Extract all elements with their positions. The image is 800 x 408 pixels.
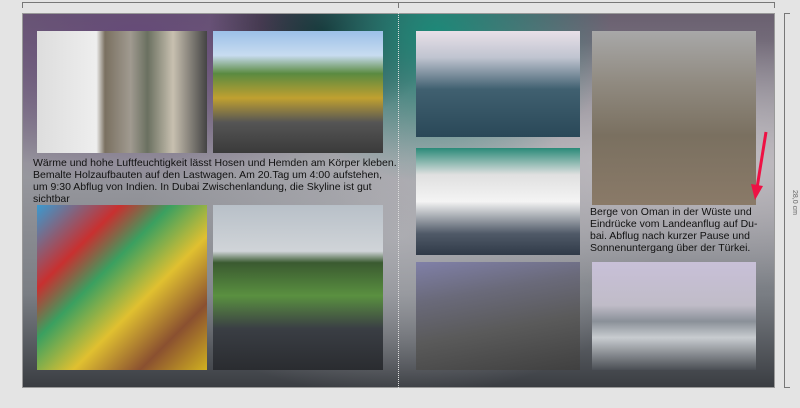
photo-dubai-aerial[interactable] [592, 31, 756, 205]
ruler-center-tick [398, 2, 399, 8]
photo-men-shirts[interactable] [37, 31, 207, 153]
caption-left-page[interactable]: Wärme und hohe Luftfeuchtigkeit lässt Ho… [33, 157, 398, 205]
photo-dubai-skyline-wing[interactable] [592, 262, 756, 370]
photo-clouds-wing[interactable] [416, 148, 580, 255]
photo-oman-mountains[interactable] [416, 262, 580, 370]
red-arrow-annotation [751, 131, 768, 200]
vertical-ruler [784, 13, 790, 388]
page-gutter [398, 13, 399, 388]
photo-street-rickshaws[interactable] [213, 31, 383, 153]
photo-wing-over-field[interactable] [213, 205, 383, 370]
caption-right-page[interactable]: Berge von Oman in der Wüste und Eindrück… [590, 206, 765, 254]
page-height-label: 28,0 cm [791, 190, 798, 215]
photo-painted-truck[interactable] [37, 205, 207, 370]
photo-clouds-above[interactable] [416, 31, 580, 137]
